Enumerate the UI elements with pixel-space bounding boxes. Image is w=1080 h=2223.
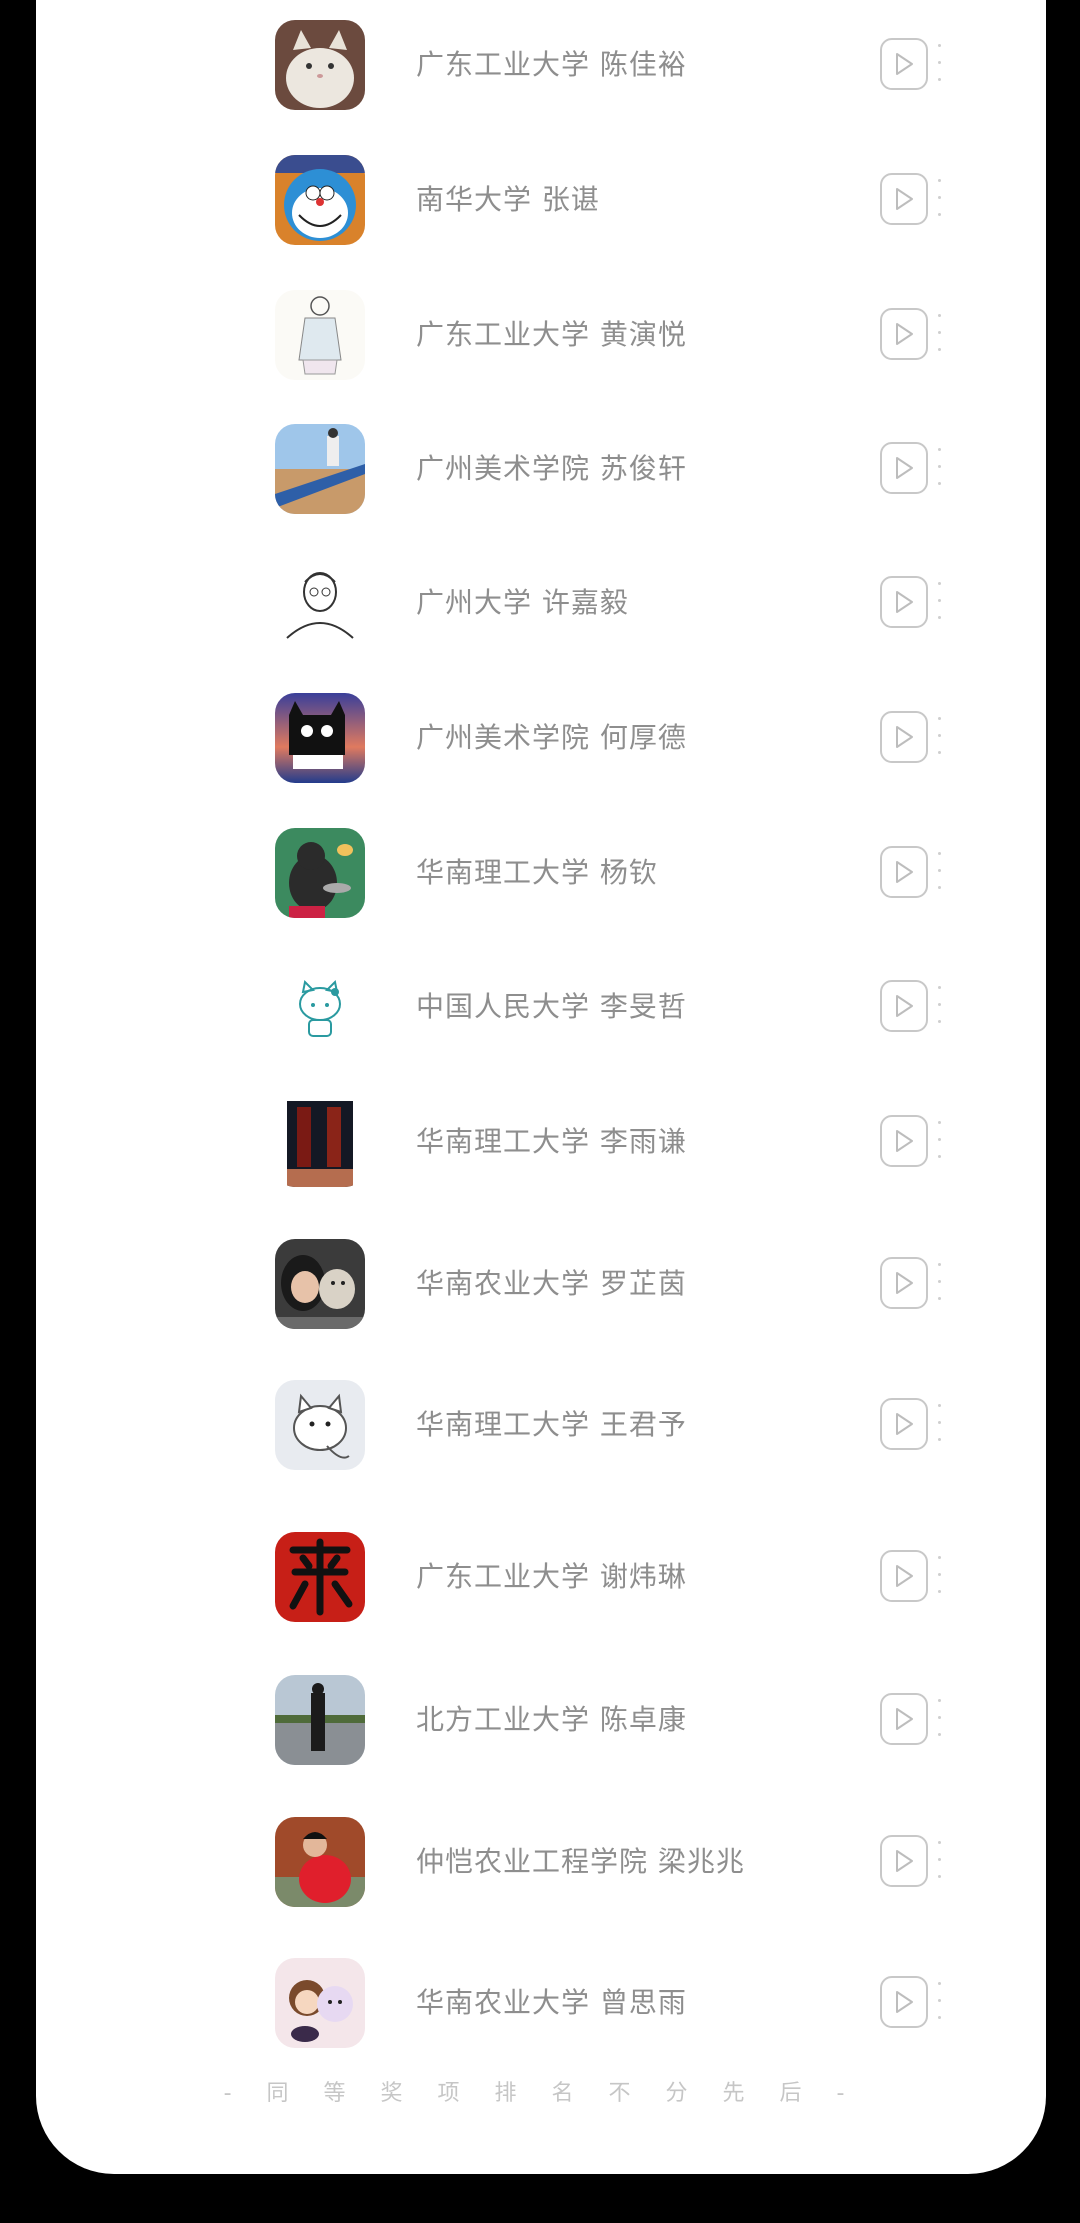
ranking-note: - 同 等 奖 项 排 名 不 分 先 后 - xyxy=(223,2081,859,2106)
avatar xyxy=(275,424,365,514)
more-dots-icon[interactable] xyxy=(938,314,942,354)
play-icon xyxy=(896,861,913,883)
avatar xyxy=(275,155,365,245)
list-item: 华南农业大学 曾思雨 xyxy=(36,1948,1046,2058)
list-item: 广东工业大学 谢炜琳 xyxy=(36,1522,1046,1632)
awardee-name: 广州美术学院 苏俊轩 xyxy=(416,452,687,485)
avatar xyxy=(275,1532,365,1622)
awardee-name: 广州大学 许嘉毅 xyxy=(416,586,629,619)
play-button[interactable] xyxy=(880,1976,928,2028)
play-icon xyxy=(896,188,913,210)
play-icon xyxy=(896,457,913,479)
more-dots-icon[interactable] xyxy=(938,717,942,757)
play-button[interactable] xyxy=(880,711,928,763)
play-icon xyxy=(896,1272,913,1294)
list-item: 仲恺农业工程学院 梁兆兆 xyxy=(36,1807,1046,1917)
award-card: 广东工业大学 陈佳裕 南华大学 张谌 广东工业大学 黄演悦 广州美术学院 苏俊轩 xyxy=(36,0,1046,2174)
play-icon xyxy=(896,323,913,345)
awardee-name: 南华大学 张谌 xyxy=(416,183,600,216)
awardee-name: 华南理工大学 王君予 xyxy=(416,1408,687,1441)
play-icon xyxy=(896,1850,913,1872)
play-icon xyxy=(896,726,913,748)
play-button[interactable] xyxy=(880,846,928,898)
more-dots-icon[interactable] xyxy=(938,1556,942,1596)
play-button[interactable] xyxy=(880,576,928,628)
avatar xyxy=(275,1675,365,1765)
more-dots-icon[interactable] xyxy=(938,44,942,84)
list-item: 中国人民大学 李旻哲 xyxy=(36,952,1046,1062)
list-item: 广东工业大学 黄演悦 xyxy=(36,280,1046,390)
more-dots-icon[interactable] xyxy=(938,1699,942,1739)
avatar xyxy=(275,1817,365,1907)
list-item: 广州美术学院 何厚德 xyxy=(36,683,1046,793)
awardee-name: 广州美术学院 何厚德 xyxy=(416,721,687,754)
play-button[interactable] xyxy=(880,442,928,494)
avatar xyxy=(275,962,365,1052)
play-icon xyxy=(896,1708,913,1730)
play-icon xyxy=(896,1565,913,1587)
list-item: 南华大学 张谌 xyxy=(36,145,1046,255)
awardee-name: 广东工业大学 陈佳裕 xyxy=(416,48,687,81)
more-dots-icon[interactable] xyxy=(938,582,942,622)
more-dots-icon[interactable] xyxy=(938,1121,942,1161)
play-icon xyxy=(896,591,913,613)
awardee-name: 仲恺农业工程学院 梁兆兆 xyxy=(416,1845,745,1878)
more-dots-icon[interactable] xyxy=(938,179,942,219)
avatar xyxy=(275,828,365,918)
play-icon xyxy=(896,1991,913,2013)
awardee-name: 华南农业大学 曾思雨 xyxy=(416,1986,687,2019)
play-button[interactable] xyxy=(880,38,928,90)
awardee-name: 广东工业大学 谢炜琳 xyxy=(416,1560,687,1593)
more-dots-icon[interactable] xyxy=(938,1404,942,1444)
play-icon xyxy=(896,995,913,1017)
play-button[interactable] xyxy=(880,1693,928,1745)
list-item: 广东工业大学 陈佳裕 xyxy=(36,10,1046,120)
play-button[interactable] xyxy=(880,1835,928,1887)
more-dots-icon[interactable] xyxy=(938,448,942,488)
list-item: 华南农业大学 罗芷茵 xyxy=(36,1229,1046,1339)
more-dots-icon[interactable] xyxy=(938,1841,942,1881)
list-item: 广州美术学院 苏俊轩 xyxy=(36,414,1046,524)
list-item: 北方工业大学 陈卓康 xyxy=(36,1665,1046,1775)
more-dots-icon[interactable] xyxy=(938,1982,942,2022)
awardee-name: 中国人民大学 李旻哲 xyxy=(416,990,687,1023)
avatar xyxy=(275,290,365,380)
avatar xyxy=(275,1958,365,2048)
list-item: 华南理工大学 李雨谦 xyxy=(36,1087,1046,1197)
play-button[interactable] xyxy=(880,173,928,225)
awardee-name: 广东工业大学 黄演悦 xyxy=(416,318,687,351)
avatar xyxy=(275,558,365,648)
more-dots-icon[interactable] xyxy=(938,986,942,1026)
play-button[interactable] xyxy=(880,1115,928,1167)
play-button[interactable] xyxy=(880,980,928,1032)
play-icon xyxy=(896,1130,913,1152)
list-item: 广州大学 许嘉毅 xyxy=(36,548,1046,658)
list-item: 华南理工大学 杨钦 xyxy=(36,818,1046,928)
play-icon xyxy=(896,1413,913,1435)
awardee-name: 华南农业大学 罗芷茵 xyxy=(416,1267,687,1300)
play-button[interactable] xyxy=(880,1398,928,1450)
awardee-name: 华南理工大学 李雨谦 xyxy=(416,1125,687,1158)
avatar xyxy=(275,1097,365,1187)
more-dots-icon[interactable] xyxy=(938,1263,942,1303)
play-button[interactable] xyxy=(880,308,928,360)
play-icon xyxy=(896,53,913,75)
awardee-name: 北方工业大学 陈卓康 xyxy=(416,1703,687,1736)
play-button[interactable] xyxy=(880,1257,928,1309)
avatar xyxy=(275,1239,365,1329)
more-dots-icon[interactable] xyxy=(938,852,942,892)
awardee-name: 华南理工大学 杨钦 xyxy=(416,856,658,889)
avatar xyxy=(275,20,365,110)
avatar xyxy=(275,1380,365,1470)
play-button[interactable] xyxy=(880,1550,928,1602)
avatar xyxy=(275,693,365,783)
list-item: 华南理工大学 王君予 xyxy=(36,1370,1046,1480)
